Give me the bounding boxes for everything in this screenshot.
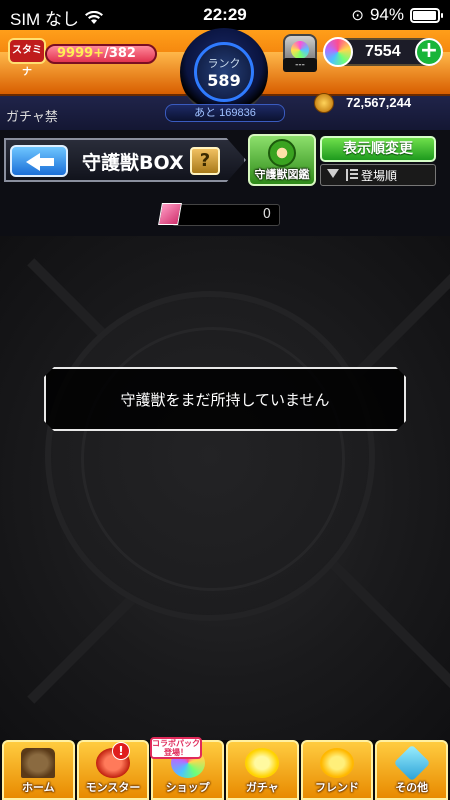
gem-icon [158,203,182,225]
gacha-ban-label: ガチャ禁 [6,110,58,125]
nav-label: その他 [395,781,429,794]
guardian-face-icon [268,139,296,167]
orb-counter: 7554 + [323,37,443,67]
guardian-encyclopedia-label: 守護獣図鑑 [254,168,310,181]
bottom-nav: ホーム モンスター ショップ ガチャ フレンド その他 [0,740,450,800]
rank-gauge[interactable]: ランク 589 [180,28,268,116]
back-arrow-icon [26,153,54,171]
add-orb-button[interactable]: + [415,38,443,66]
nav-label: フレンド [315,781,360,794]
stamina-bar[interactable]: 9999+/382 [45,44,157,64]
help-button[interactable]: ? [190,147,220,175]
stamina-current: 9999+ [57,46,105,61]
nav-label: ガチャ [245,781,279,794]
empty-message-box: 守護獣をまだ所持していません [44,367,406,431]
battery-percent: 94% [369,5,404,24]
back-button[interactable] [10,145,68,177]
status-bar: SIM なし 22:29 ⊙ 94% [0,0,450,30]
stamina-label: スタミナ [8,38,46,78]
coin-count: 72,567,244 [346,95,412,110]
nav-home[interactable]: ホーム [2,740,75,800]
gacha-icon [245,748,280,778]
nav-other[interactable]: その他 [375,740,449,800]
orb-count: 7554 [365,43,401,60]
status-right: ⊙ 94% [351,5,443,25]
rank-remaining: あと 169836 [165,104,285,122]
other-icon [393,744,431,782]
orb-icon [323,37,353,67]
rank-value: 589 [207,71,241,90]
coin-icon [314,93,334,113]
home-icon [21,748,56,778]
sort-order-selector[interactable]: 登場順 [320,164,436,186]
empty-message: 守護獣をまだ所持していません [120,390,330,409]
nav-label: ホーム [22,781,55,794]
page-title: 守護獣BOX [82,152,184,174]
rank-label: ランク [207,57,241,70]
monster-alert-badge: ! [112,742,130,760]
sort-order-icon [346,169,358,181]
collab-badge: コラボパック登場！ [150,737,202,759]
emblem-decoration [45,291,375,621]
nav-label: モンスター [85,781,141,794]
rotation-lock-icon: ⊙ [351,7,364,24]
sort-change-button[interactable]: 表示順変更 [320,136,436,162]
nav-label: ショップ [165,781,210,794]
guardian-count: 0 [172,204,280,226]
main-area: 守護獣をまだ所持していません [0,236,450,740]
sort-order-label: 登場順 [361,169,398,183]
guardian-encyclopedia-button[interactable]: 守護獣図鑑 [248,134,316,186]
helper-value: --- [283,58,317,72]
friend-icon [320,748,355,778]
nav-gacha[interactable]: ガチャ [226,740,299,800]
nav-friend[interactable]: フレンド [300,740,374,800]
stamina-max: /382 [104,46,136,61]
rank-inner: ランク 589 [194,42,254,102]
battery-icon [410,7,443,23]
filter-icon [327,169,339,178]
